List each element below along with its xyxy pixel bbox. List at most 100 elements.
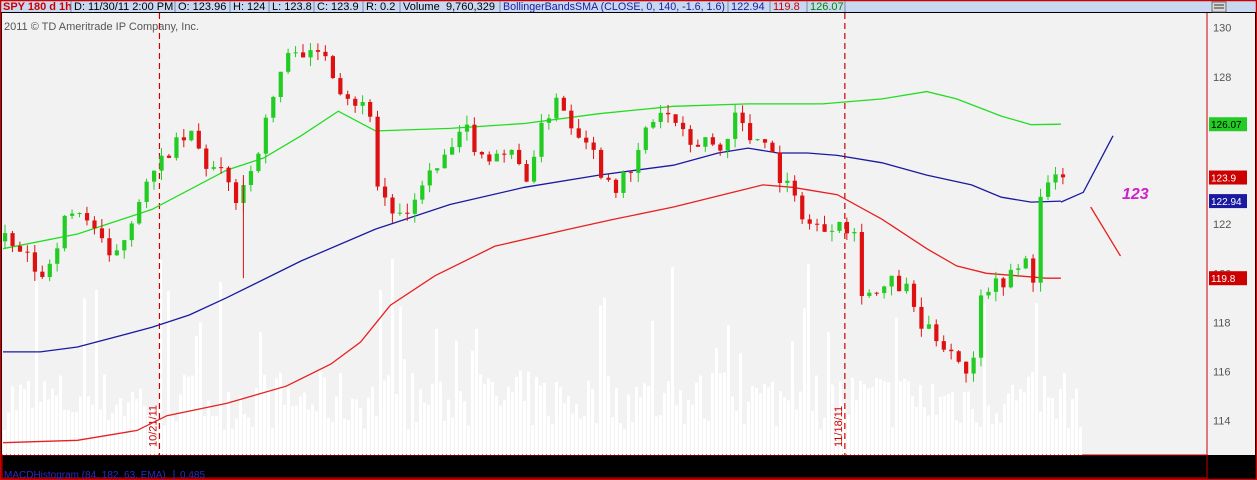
candle-body — [725, 138, 730, 151]
volume-bar — [411, 373, 414, 455]
volume-bar — [231, 428, 234, 455]
volume-bar — [855, 400, 858, 455]
chart-settings-icon[interactable] — [1211, 1, 1227, 13]
volume-bar — [967, 391, 970, 455]
volume-bar — [59, 375, 62, 455]
header-study-label[interactable]: BollingerBandsSMA (CLOSE, 0, 140, -1.6, … — [503, 1, 725, 13]
candle-body — [464, 124, 470, 132]
volume-bar — [1051, 397, 1054, 455]
volume-bar — [339, 373, 342, 455]
candle-body — [330, 56, 335, 79]
volume-bar — [851, 377, 854, 455]
candle-body — [152, 170, 157, 182]
volume-bar — [891, 427, 894, 455]
volume-bar — [791, 341, 794, 455]
volume-bar — [1059, 389, 1062, 455]
volume-bar — [1007, 393, 1010, 455]
volume-bar — [1043, 376, 1046, 455]
candle-body — [889, 275, 894, 287]
volume-bar — [747, 401, 750, 455]
volume-bar — [283, 404, 286, 455]
candle-body — [822, 224, 827, 232]
volume-bar — [95, 289, 98, 455]
candle-body — [554, 97, 559, 119]
volume-bar — [939, 396, 942, 455]
volume-bar — [1027, 376, 1030, 455]
volume-bar — [991, 424, 994, 455]
price-chart[interactable]: SPY 180 d 1h D: 11/30/11 2:00 PM O: 123.… — [0, 0, 1257, 480]
volume-bar — [315, 411, 318, 455]
volume-bar — [759, 393, 762, 455]
volume-bar — [659, 414, 662, 455]
volume-bar — [455, 340, 458, 455]
candle-body — [591, 142, 596, 150]
volume-bar — [819, 429, 822, 455]
candle-body — [420, 185, 425, 200]
volume-bar — [871, 387, 874, 455]
candle-body — [338, 78, 343, 95]
volume-bar — [271, 427, 274, 455]
candle-body — [852, 232, 857, 234]
candle-body — [688, 129, 693, 145]
y-tick-label: 116 — [1213, 367, 1231, 379]
volume-bar — [447, 399, 450, 455]
volume-bar — [199, 322, 202, 455]
candle-body — [584, 137, 589, 143]
candle-body — [904, 283, 909, 292]
volume-bar — [699, 375, 702, 455]
volume-bar — [795, 409, 798, 455]
y-tick-label: 130 — [1213, 23, 1231, 35]
volume-bar — [1019, 388, 1022, 455]
candle-body — [226, 167, 231, 183]
volume-bar — [983, 303, 986, 455]
volume-bar — [767, 387, 770, 455]
candle-body — [77, 213, 82, 215]
volume-bar — [995, 413, 998, 455]
candle-body — [442, 154, 447, 169]
candle-body — [546, 118, 552, 123]
volume-bar — [35, 280, 38, 455]
candle-body — [993, 278, 999, 292]
volume-bar — [403, 359, 406, 455]
volume-bar — [971, 409, 974, 455]
price-badge-label: 122.94 — [1211, 197, 1242, 208]
candle-body — [949, 349, 954, 352]
candle-body — [360, 102, 365, 106]
volume-bar — [563, 403, 566, 455]
volume-bar — [215, 415, 218, 455]
volume-bar — [71, 412, 74, 455]
volume-bar — [143, 406, 146, 455]
volume-bar — [519, 370, 522, 455]
candle-body — [1001, 278, 1006, 288]
volume-bar — [443, 420, 446, 455]
volume-bar — [579, 418, 582, 455]
volume-bar — [879, 379, 882, 455]
volume-bar — [531, 425, 534, 455]
volume-bar — [603, 297, 606, 455]
candle-body — [405, 212, 410, 214]
volume-bar — [727, 325, 730, 455]
header-open: O: 123.96 — [178, 1, 226, 13]
header-symbol[interactable]: SPY 180 d 1h — [3, 1, 72, 13]
candle-body — [531, 156, 537, 182]
candle-body — [159, 155, 164, 171]
volume-bar — [243, 414, 246, 455]
y-axis-labels: 114116118120122124126128130 — [1213, 23, 1231, 428]
volume-bar — [627, 394, 630, 455]
volume-bar — [947, 393, 950, 455]
volume-bar — [503, 400, 506, 455]
volume-bar — [247, 417, 250, 455]
volume-bar — [475, 328, 478, 455]
candle-body — [710, 137, 715, 145]
volume-bar — [483, 384, 486, 455]
candle-body — [576, 128, 581, 138]
candle-body — [859, 232, 864, 296]
candle-body — [487, 154, 492, 162]
candle-body — [122, 240, 127, 251]
candle-body — [144, 181, 149, 202]
macd-value: 0.485 — [180, 470, 205, 480]
candle-body — [211, 167, 216, 169]
y-tick-label: 128 — [1213, 72, 1231, 84]
candle-body — [345, 94, 350, 99]
candle-body — [792, 180, 797, 196]
